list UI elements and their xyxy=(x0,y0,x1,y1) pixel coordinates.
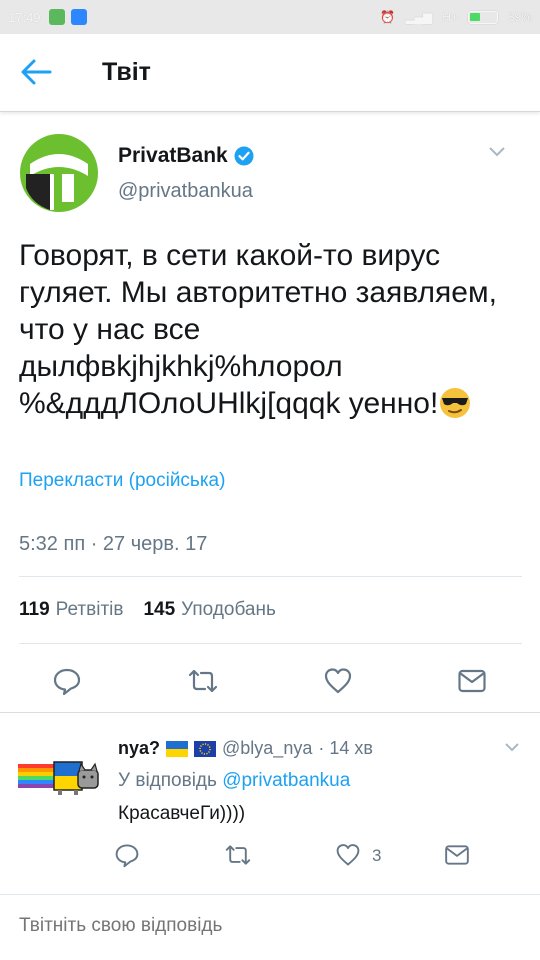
status-time: 17:49 xyxy=(8,9,41,25)
divider xyxy=(19,576,522,577)
reply-compose-bar xyxy=(0,894,540,960)
messenger-notification-icon xyxy=(70,9,87,25)
privatbank-avatar[interactable] xyxy=(20,134,98,212)
cool-sunglasses-emoji xyxy=(440,388,471,418)
page-title: Твіт xyxy=(102,58,151,86)
reply-to-mention[interactable]: @privatbankua xyxy=(222,770,350,791)
nyan-cat-avatar[interactable] xyxy=(18,758,102,798)
reply-author-name[interactable]: nya? xyxy=(118,738,160,759)
battery-percent: 39% xyxy=(507,10,532,24)
ukraine-flag-emoji xyxy=(166,740,189,757)
signal-icon: ▂▄▆ xyxy=(405,10,433,24)
reply-text: КрасавчеГи)))) xyxy=(118,803,246,824)
likes-label[interactable]: Уподобань xyxy=(181,599,276,621)
section-divider xyxy=(0,712,540,713)
tweet-body: Говорят, в сети какой-то вирус гуляет. М… xyxy=(19,239,497,420)
tweet-actions xyxy=(0,664,540,698)
heart-icon[interactable] xyxy=(335,842,361,868)
back-arrow-icon[interactable] xyxy=(20,58,52,86)
reply-icon[interactable] xyxy=(52,666,82,696)
alarm-icon: ⏰ xyxy=(380,10,396,24)
translate-link[interactable]: Перекласти (російська) xyxy=(19,470,225,492)
tweet-text: Говорят, в сети какой-то вирус гуляет. М… xyxy=(19,237,524,422)
divider xyxy=(19,643,522,644)
network-type: H+ xyxy=(442,10,458,24)
likes-count[interactable]: 145 xyxy=(143,599,175,621)
author-name[interactable]: PrivatBank xyxy=(118,144,228,168)
top-app-bar: Твіт xyxy=(0,34,540,112)
chevron-down-icon[interactable] xyxy=(488,146,506,158)
heart-icon[interactable] xyxy=(323,666,353,696)
direct-message-icon[interactable] xyxy=(444,842,470,868)
reply-input[interactable] xyxy=(19,915,519,937)
tweet-timestamp: 5:32 пп · 27 черв. 17 xyxy=(19,533,208,555)
reply-to-line: У відповідь @privatbankua xyxy=(118,770,350,792)
reply-header: nya? @blya_nya · 14 хв xyxy=(118,738,373,759)
verified-badge-icon xyxy=(234,146,254,166)
reply-time: · 14 хв xyxy=(318,738,373,758)
status-bar: 17:49 ⏰ ▂▄▆ H+ 39% xyxy=(0,0,540,34)
retweet-icon[interactable] xyxy=(188,666,218,696)
retweet-icon[interactable] xyxy=(225,842,251,868)
tweet-stats: 119 Ретвітів 145 Уподобань xyxy=(19,599,276,621)
retweets-label[interactable]: Ретвітів xyxy=(56,599,124,621)
reply-actions xyxy=(0,842,540,870)
reply-likes-count: 3 xyxy=(372,846,382,865)
direct-message-icon[interactable] xyxy=(457,666,487,696)
author-name-row[interactable]: PrivatBank xyxy=(118,144,254,168)
author-handle[interactable]: @privatbankua xyxy=(118,180,253,203)
chevron-down-icon[interactable] xyxy=(504,742,520,752)
eu-flag-emoji xyxy=(194,740,217,757)
reply-author-handle[interactable]: @blya_nya xyxy=(222,738,312,759)
reply-to-prefix: У відповідь xyxy=(118,770,217,791)
reply-icon[interactable] xyxy=(114,842,140,868)
app-notification-icon xyxy=(48,9,65,25)
retweets-count[interactable]: 119 xyxy=(19,599,50,621)
battery-icon xyxy=(467,10,498,24)
